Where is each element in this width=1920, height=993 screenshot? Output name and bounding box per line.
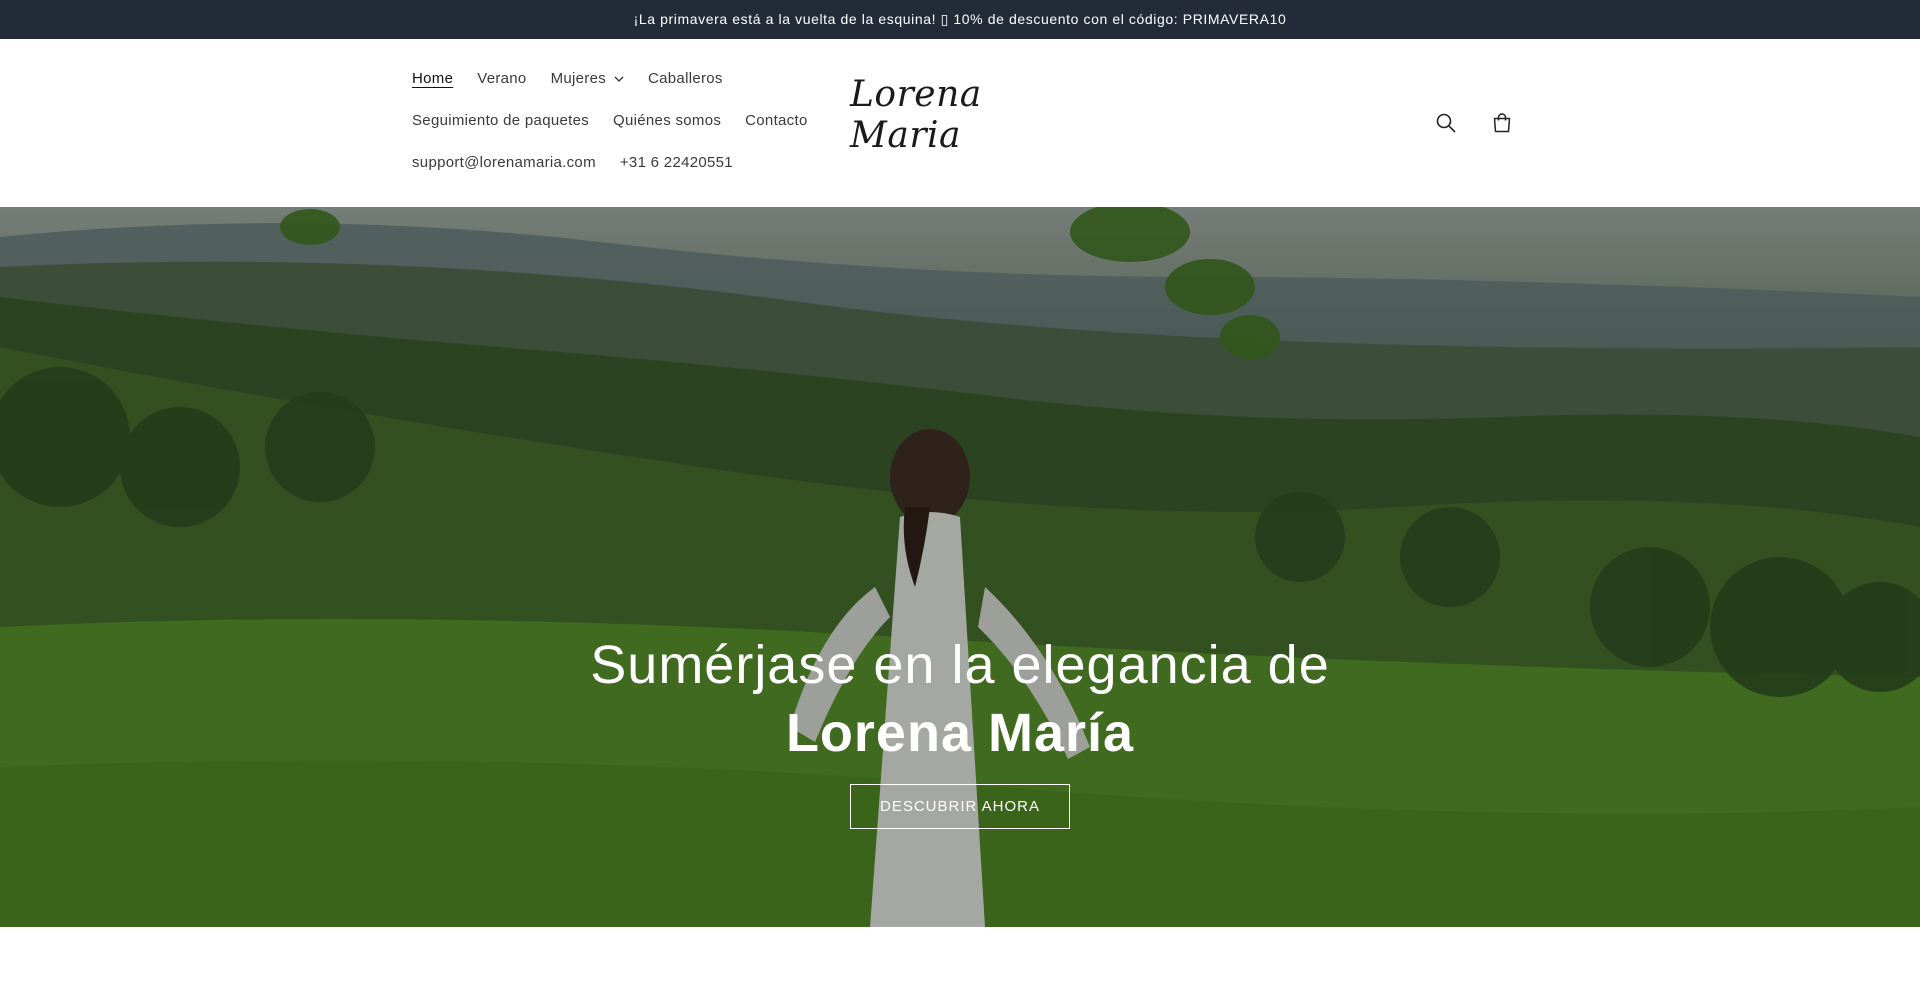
nav-item-quienes-somos[interactable]: Quiénes somos xyxy=(601,100,733,142)
chevron-down-icon xyxy=(614,76,624,82)
hero-heading-line2: Lorena María xyxy=(785,703,1135,763)
nav-item-caballeros[interactable]: Caballeros xyxy=(636,58,735,100)
announcement-bar: ¡La primavera está a la vuelta de la esq… xyxy=(0,0,1920,39)
nav-item-mujeres[interactable]: Mujeres xyxy=(539,58,636,100)
cart-button[interactable] xyxy=(1484,107,1520,143)
nav-item-label: support@lorenamaria.com xyxy=(412,154,596,171)
announcement-text: ¡La primavera está a la vuelta de la esq… xyxy=(633,11,1287,27)
nav-item-phone[interactable]: +31 6 22420551 xyxy=(608,142,745,184)
site-header: Home Verano Mujeres Caballeros Seguimien… xyxy=(0,39,1920,207)
brand-logo[interactable]: Lorena Maria xyxy=(850,74,1070,156)
nav-item-home[interactable]: Home xyxy=(400,58,465,100)
nav-item-label: Mujeres xyxy=(550,70,607,87)
nav-item-label: Contacto xyxy=(745,112,808,129)
cart-icon xyxy=(1491,112,1513,139)
nav-item-seguimiento[interactable]: Seguimiento de paquetes xyxy=(400,100,601,142)
nav-item-contacto[interactable]: Contacto xyxy=(733,100,819,142)
search-button[interactable] xyxy=(1428,107,1464,143)
nav-item-label: Home xyxy=(412,70,454,87)
nav-item-email[interactable]: support@lorenamaria.com xyxy=(400,142,608,184)
hero-banner: Sumérjase en la elegancia de Lorena Marí… xyxy=(0,207,1920,927)
nav-item-label: Seguimiento de paquetes xyxy=(412,112,590,129)
nav-item-label: +31 6 22420551 xyxy=(619,154,733,171)
main-nav: Home Verano Mujeres Caballeros Seguimien… xyxy=(400,58,820,184)
nav-item-label: Caballeros xyxy=(648,70,723,87)
nav-item-label: Verano xyxy=(477,70,527,87)
header-icons xyxy=(1428,107,1520,143)
hero-heading-line1: Sumérjase en la elegancia de xyxy=(590,635,1330,695)
hero-content: Sumérjase en la elegancia de Lorena Marí… xyxy=(0,632,1920,829)
search-icon xyxy=(1435,112,1457,139)
nav-item-verano[interactable]: Verano xyxy=(465,58,538,100)
brand-logo-text: Lorena Maria xyxy=(850,74,982,156)
discover-now-button[interactable]: DESCUBRIR AHORA xyxy=(849,784,1071,829)
nav-item-label: Quiénes somos xyxy=(613,112,722,129)
